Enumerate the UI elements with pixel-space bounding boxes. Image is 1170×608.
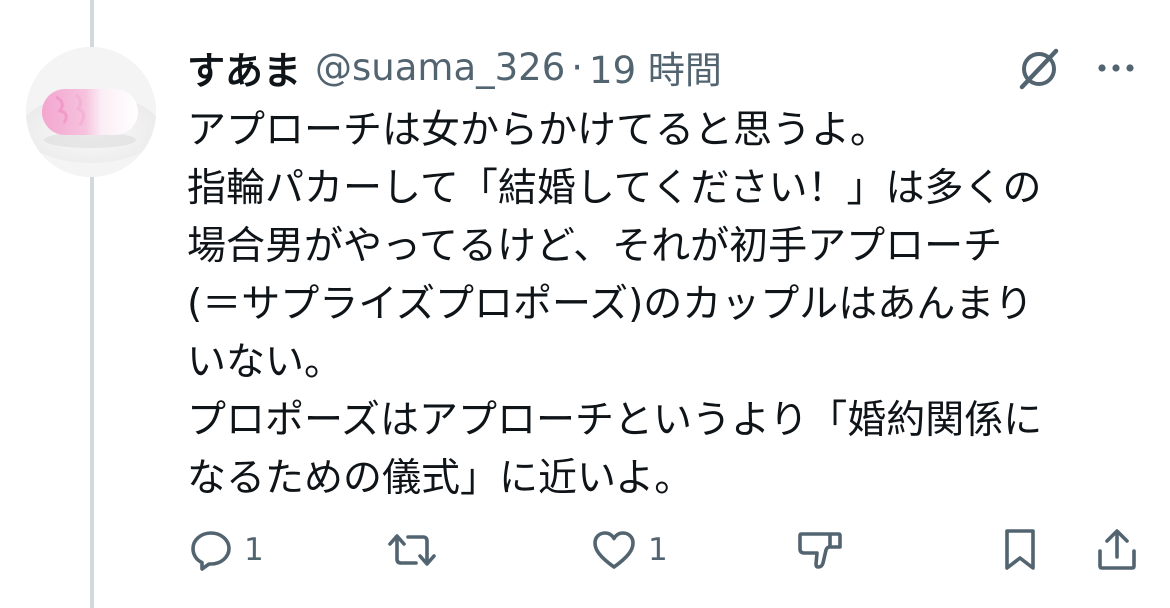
tweet-body: アプローチは女からかけてると思うよ。 指輪パカーして「結婚してください！」は多く…	[187, 102, 1147, 508]
display-name[interactable]: すあま	[187, 40, 301, 95]
tweet-text-line: 指輪パカーして「結婚してください！」は多くの	[187, 166, 1042, 211]
avatar[interactable]	[26, 47, 156, 177]
reply-count: 1	[244, 532, 264, 568]
retweet-button[interactable]	[386, 520, 448, 580]
bookmark-icon	[1005, 529, 1035, 570]
tweet-text-line: なるための儀式」に近いよ。	[187, 456, 694, 501]
grok-icon[interactable]	[1014, 44, 1064, 94]
action-bar: 1 1	[0, 520, 1170, 580]
tweet-header: すあま @suama_326 · 19 時間	[187, 38, 722, 96]
tweet-text-line: (＝サプライズプロポーズ)のカップルはあんまり	[187, 282, 1034, 327]
tweet-text-line: プロポーズはアプローチというより「婚約関係に	[187, 398, 1043, 443]
avatar-image	[26, 47, 156, 177]
separator-dot: ·	[571, 45, 584, 89]
more-dots-icon[interactable]	[1090, 48, 1142, 88]
bookmark-button[interactable]	[1000, 520, 1040, 580]
downvote-button[interactable]	[796, 520, 844, 580]
tweet-text-line: アプローチは女からかけてると思うよ。	[187, 108, 890, 153]
user-handle[interactable]: @suama_326	[315, 46, 565, 89]
reply-button[interactable]: 1	[188, 520, 264, 580]
like-button[interactable]: 1	[590, 520, 668, 580]
share-button[interactable]	[1094, 520, 1140, 580]
like-count: 1	[648, 532, 668, 568]
heart-icon	[593, 531, 635, 569]
tweet-text-line: いない。	[187, 340, 344, 385]
reply-icon	[191, 531, 231, 571]
share-icon	[1098, 529, 1136, 570]
timestamp[interactable]: 19 時間	[589, 40, 722, 94]
tweet-text-line: 場合男がやってるけど、それが初手アプローチ	[187, 224, 1003, 269]
retweet-icon	[388, 534, 436, 566]
downvote-icon	[798, 532, 842, 569]
